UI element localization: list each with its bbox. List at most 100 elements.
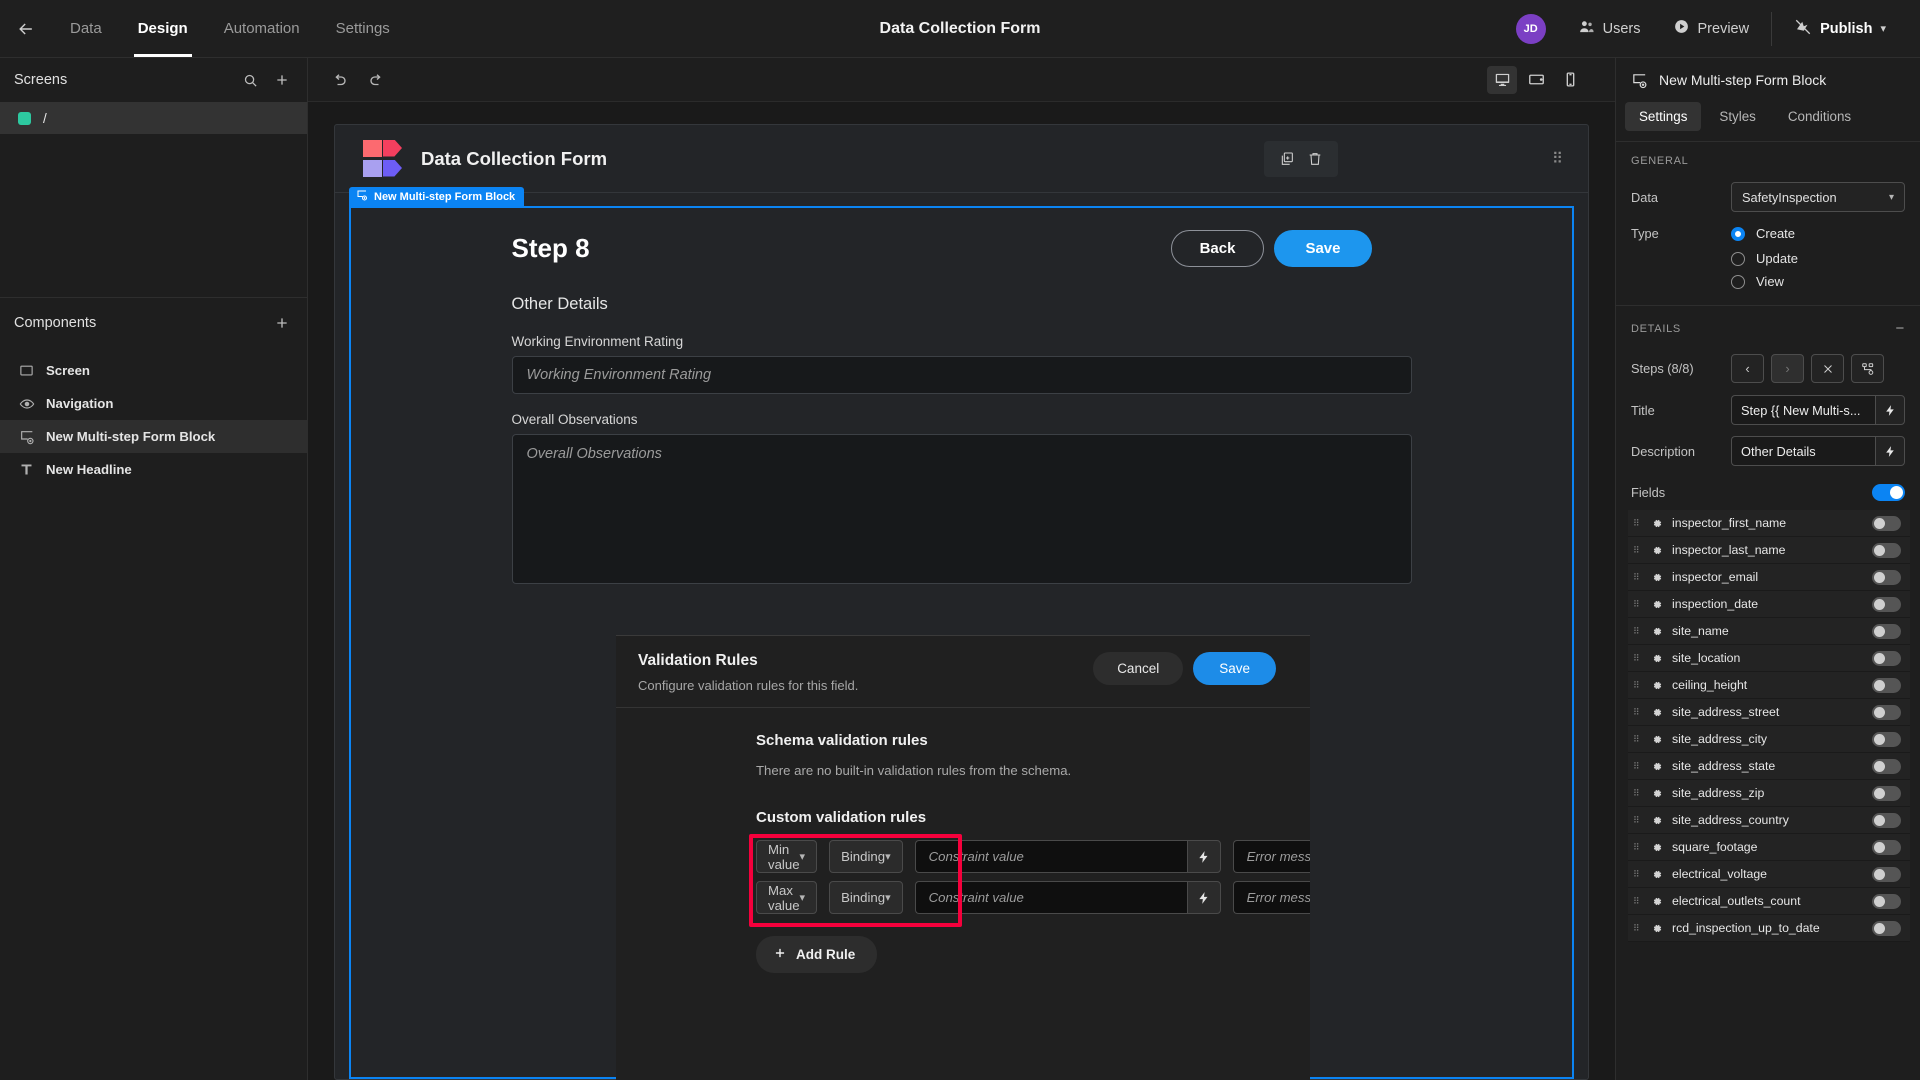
field-list-item[interactable]: ⠿ site_address_country	[1628, 807, 1910, 834]
field-list-item[interactable]: ⠿ site_address_street	[1628, 699, 1910, 726]
field-list-item[interactable]: ⠿ inspection_date	[1628, 591, 1910, 618]
validation-cancel-button[interactable]: Cancel	[1093, 652, 1184, 685]
field-list-item[interactable]: ⠿ site_address_state	[1628, 753, 1910, 780]
flow-icon[interactable]	[1851, 354, 1884, 383]
gear-icon[interactable]	[1650, 841, 1663, 854]
lightning-icon[interactable]	[1875, 436, 1905, 466]
rule-binding-select[interactable]: Binding ▾	[829, 840, 903, 873]
gear-icon[interactable]	[1650, 895, 1663, 908]
field-visibility-toggle[interactable]	[1872, 596, 1901, 612]
component-item-new-headline[interactable]: New Headline	[0, 453, 307, 486]
tab-settings[interactable]: Settings	[1625, 102, 1702, 131]
field-list-item[interactable]: ⠿ inspector_last_name	[1628, 537, 1910, 564]
add-component-plus-icon[interactable]	[271, 312, 293, 334]
avatar[interactable]: JD	[1515, 13, 1546, 44]
drag-handle-icon[interactable]: ⠿	[1633, 762, 1641, 771]
field-visibility-toggle[interactable]	[1872, 758, 1901, 774]
gear-icon[interactable]	[1650, 868, 1663, 881]
field-visibility-toggle[interactable]	[1872, 677, 1901, 693]
error-message-input[interactable]: Error message	[1232, 881, 1310, 914]
lightning-icon[interactable]	[1186, 840, 1221, 873]
rule-type-select-max[interactable]: Max value ▾	[756, 881, 818, 914]
drag-handle-icon[interactable]: ⠿	[1633, 627, 1641, 636]
drag-handle-icon[interactable]: ⠿	[1633, 843, 1641, 852]
tab-styles[interactable]: Styles	[1705, 102, 1769, 131]
back-arrow-icon[interactable]	[0, 19, 52, 39]
nav-tab-data[interactable]: Data	[52, 0, 120, 57]
gear-icon[interactable]	[1650, 598, 1663, 611]
drag-handle-icon[interactable]: ⠿	[1633, 573, 1641, 582]
gear-icon[interactable]	[1650, 517, 1663, 530]
back-button[interactable]: Back	[1170, 230, 1265, 267]
duplicate-icon[interactable]	[1276, 148, 1298, 170]
field-visibility-toggle[interactable]	[1872, 515, 1901, 531]
field-list-item[interactable]: ⠿ site_name	[1628, 618, 1910, 645]
component-item-navigation[interactable]: Navigation	[0, 387, 307, 420]
field-list-item[interactable]: ⠿ site_address_city	[1628, 726, 1910, 753]
constraint-value-input[interactable]: Constraint value	[914, 840, 1187, 873]
redo-icon[interactable]	[368, 71, 386, 89]
tablet-icon[interactable]	[1521, 66, 1551, 94]
field-visibility-toggle[interactable]	[1872, 866, 1901, 882]
data-select[interactable]: SafetyInspection ▾	[1731, 182, 1905, 212]
gear-icon[interactable]	[1650, 787, 1663, 800]
gear-icon[interactable]	[1650, 760, 1663, 773]
field-visibility-toggle[interactable]	[1872, 920, 1901, 936]
gear-icon[interactable]	[1650, 922, 1663, 935]
type-radio-update[interactable]: Update	[1731, 251, 1905, 266]
drag-handle-icon[interactable]: ⠿	[1552, 151, 1564, 166]
gear-icon[interactable]	[1650, 652, 1663, 665]
field-list-item[interactable]: ⠿ site_location	[1628, 645, 1910, 672]
mobile-icon[interactable]	[1555, 66, 1585, 94]
fields-list[interactable]: ⠿ inspector_first_name ⠿ inspector_last_nam…	[1616, 510, 1920, 1080]
drag-handle-icon[interactable]: ⠿	[1633, 681, 1641, 690]
add-rule-button[interactable]: Add Rule	[756, 936, 878, 973]
description-input[interactable]: Other Details	[1731, 436, 1875, 466]
drag-handle-icon[interactable]: ⠿	[1633, 708, 1641, 717]
drag-handle-icon[interactable]: ⠿	[1633, 735, 1641, 744]
field-visibility-toggle[interactable]	[1872, 839, 1901, 855]
constraint-value-input[interactable]: Constraint value	[914, 881, 1187, 914]
field-visibility-toggle[interactable]	[1872, 893, 1901, 909]
field-visibility-toggle[interactable]	[1872, 785, 1901, 801]
field-visibility-toggle[interactable]	[1872, 704, 1901, 720]
field-visibility-toggle[interactable]	[1872, 542, 1901, 558]
nav-tab-automation[interactable]: Automation	[206, 0, 318, 57]
type-radio-create[interactable]: Create	[1731, 226, 1905, 241]
field-list-item[interactable]: ⠿ ceiling_height	[1628, 672, 1910, 699]
field-visibility-toggle[interactable]	[1872, 731, 1901, 747]
gear-icon[interactable]	[1650, 544, 1663, 557]
field-visibility-toggle[interactable]	[1872, 812, 1901, 828]
drag-handle-icon[interactable]: ⠿	[1633, 654, 1641, 663]
search-icon[interactable]	[239, 69, 261, 91]
rule-binding-select[interactable]: Binding ▾	[829, 881, 903, 914]
field-list-item[interactable]: ⠿ rcd_inspection_up_to_date	[1628, 915, 1910, 942]
field-list-item[interactable]: ⠿ inspector_email	[1628, 564, 1910, 591]
screen-item-root[interactable]: /	[0, 102, 307, 134]
gear-icon[interactable]	[1650, 733, 1663, 746]
overall-observations-textarea[interactable]: Overall Observations	[511, 434, 1412, 584]
field-visibility-toggle[interactable]	[1872, 623, 1901, 639]
drag-handle-icon[interactable]: ⠿	[1633, 816, 1641, 825]
publish-button[interactable]: Publish ▾	[1778, 0, 1902, 57]
drag-handle-icon[interactable]: ⠿	[1633, 870, 1641, 879]
field-list-item[interactable]: ⠿ inspector_first_name	[1628, 510, 1910, 537]
chevron-right-icon[interactable]: ›	[1771, 354, 1804, 383]
field-visibility-toggle[interactable]	[1872, 569, 1901, 585]
trash-icon[interactable]	[1304, 148, 1326, 170]
chevron-left-icon[interactable]: ‹	[1731, 354, 1764, 383]
lightning-icon[interactable]	[1875, 395, 1905, 425]
drag-handle-icon[interactable]: ⠿	[1633, 924, 1641, 933]
desktop-icon[interactable]	[1487, 65, 1517, 94]
component-item-multi-step-form-block[interactable]: New Multi-step Form Block	[0, 420, 307, 453]
field-list-item[interactable]: ⠿ electrical_outlets_count	[1628, 888, 1910, 915]
gear-icon[interactable]	[1650, 679, 1663, 692]
working-environment-rating-input[interactable]: Working Environment Rating	[511, 356, 1412, 394]
gear-icon[interactable]	[1650, 814, 1663, 827]
nav-tab-design[interactable]: Design	[120, 0, 206, 57]
undo-icon[interactable]	[330, 71, 348, 89]
field-list-item[interactable]: ⠿ site_address_zip	[1628, 780, 1910, 807]
tab-conditions[interactable]: Conditions	[1774, 102, 1865, 131]
gear-icon[interactable]	[1650, 625, 1663, 638]
add-screen-plus-icon[interactable]	[271, 69, 293, 91]
